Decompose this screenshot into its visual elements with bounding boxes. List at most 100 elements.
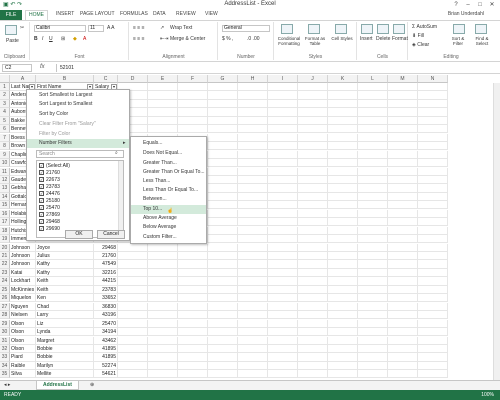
empty-cell[interactable] [208, 252, 238, 261]
row-header[interactable]: 19 [0, 235, 10, 244]
empty-cell[interactable] [238, 294, 268, 303]
empty-cell[interactable] [298, 91, 328, 100]
empty-cell[interactable] [178, 83, 208, 92]
paste-icon[interactable] [5, 25, 17, 35]
empty-cell[interactable] [268, 277, 298, 286]
empty-cell[interactable] [178, 302, 208, 311]
empty-cell[interactable] [418, 294, 448, 303]
empty-cell[interactable] [238, 344, 268, 354]
empty-cell[interactable] [358, 370, 388, 379]
empty-cell[interactable] [328, 184, 358, 193]
empty-cell[interactable] [238, 285, 268, 294]
empty-cell[interactable] [178, 311, 208, 320]
empty-cell[interactable] [418, 235, 448, 244]
empty-cell[interactable] [268, 99, 298, 109]
empty-cell[interactable] [418, 209, 448, 218]
empty-cell[interactable] [298, 260, 328, 269]
column-header[interactable]: G [208, 75, 238, 83]
cell-c32[interactable]: 41895 [94, 344, 118, 354]
column-header[interactable]: H [238, 75, 268, 83]
cell-a31[interactable]: Olson [10, 336, 36, 345]
empty-cell[interactable] [268, 285, 298, 294]
value-checkbox[interactable]: ✓ 29468 [39, 219, 60, 225]
empty-cell[interactable] [118, 260, 148, 269]
empty-cell[interactable] [328, 336, 358, 345]
ok-button[interactable]: OK [65, 230, 93, 239]
empty-cell[interactable] [178, 285, 208, 294]
cell-a32[interactable]: Olson [10, 344, 36, 354]
between-item[interactable]: Between... [131, 195, 206, 204]
empty-cell[interactable] [328, 201, 358, 210]
empty-cell[interactable] [238, 302, 268, 311]
empty-cell[interactable] [118, 294, 148, 303]
empty-cell[interactable] [328, 361, 358, 371]
empty-cell[interactable] [208, 353, 238, 362]
empty-cell[interactable] [418, 99, 448, 109]
format-table-icon[interactable] [308, 24, 320, 34]
empty-cell[interactable] [418, 328, 448, 337]
empty-cell[interactable] [418, 201, 448, 210]
empty-cell[interactable] [208, 83, 238, 92]
empty-cell[interactable] [178, 252, 208, 261]
empty-cell[interactable] [298, 218, 328, 227]
empty-cell[interactable] [328, 235, 358, 244]
empty-cell[interactable] [388, 133, 418, 142]
empty-cell[interactable] [178, 260, 208, 269]
empty-cell[interactable] [358, 294, 388, 303]
empty-cell[interactable] [238, 218, 268, 227]
empty-cell[interactable] [358, 353, 388, 362]
empty-cell[interactable] [148, 294, 178, 303]
fill-color-icon[interactable]: ◆ [73, 36, 77, 42]
empty-cell[interactable] [238, 184, 268, 193]
empty-cell[interactable] [298, 319, 328, 328]
empty-cell[interactable] [298, 336, 328, 345]
empty-cell[interactable] [238, 328, 268, 337]
empty-cell[interactable] [238, 108, 268, 117]
empty-cell[interactable] [118, 336, 148, 345]
empty-cell[interactable] [208, 116, 238, 125]
empty-cell[interactable] [208, 125, 238, 134]
empty-cell[interactable] [358, 268, 388, 278]
format-cells-button[interactable]: Format [392, 36, 408, 42]
empty-cell[interactable] [328, 285, 358, 294]
empty-cell[interactable] [208, 328, 238, 337]
empty-cell[interactable] [418, 370, 448, 379]
empty-cell[interactable] [238, 226, 268, 235]
empty-cell[interactable] [298, 116, 328, 125]
empty-cell[interactable] [358, 260, 388, 269]
empty-cell[interactable] [358, 344, 388, 354]
cell-a34[interactable]: Raible [10, 361, 36, 371]
cell-a35[interactable]: Silva [10, 370, 36, 379]
grow-font-icon[interactable]: A A [107, 25, 115, 31]
empty-cell[interactable] [178, 319, 208, 328]
cell-a33[interactable]: Piard [10, 353, 36, 362]
empty-cell[interactable] [388, 142, 418, 151]
empty-cell[interactable] [298, 311, 328, 320]
empty-cell[interactable] [238, 116, 268, 125]
cell-b32[interactable]: Bobbie [36, 344, 94, 354]
empty-cell[interactable] [418, 344, 448, 354]
empty-cell[interactable] [268, 302, 298, 311]
cell-c33[interactable]: 41895 [94, 353, 118, 362]
empty-cell[interactable] [358, 116, 388, 125]
empty-cell[interactable] [328, 302, 358, 311]
insert-cells-icon[interactable] [361, 24, 373, 34]
empty-cell[interactable] [148, 91, 178, 100]
empty-cell[interactable] [358, 167, 388, 176]
empty-cell[interactable] [358, 192, 388, 202]
empty-cell[interactable] [298, 184, 328, 193]
empty-cell[interactable] [358, 328, 388, 337]
empty-cell[interactable] [238, 319, 268, 328]
filter-search-input[interactable]: Search [36, 150, 124, 158]
empty-cell[interactable] [328, 218, 358, 227]
empty-cell[interactable] [328, 319, 358, 328]
empty-cell[interactable] [268, 209, 298, 218]
cell-c24[interactable]: 44215 [94, 277, 118, 286]
font-size-select[interactable]: 11 [88, 25, 104, 32]
empty-cell[interactable] [238, 83, 268, 92]
empty-cell[interactable] [268, 116, 298, 125]
row-header[interactable]: 3 [0, 99, 10, 109]
empty-cell[interactable] [328, 133, 358, 142]
cell-b22[interactable]: Kathy [36, 260, 94, 269]
value-checkbox[interactable]: ✓ 21760 [39, 170, 60, 176]
